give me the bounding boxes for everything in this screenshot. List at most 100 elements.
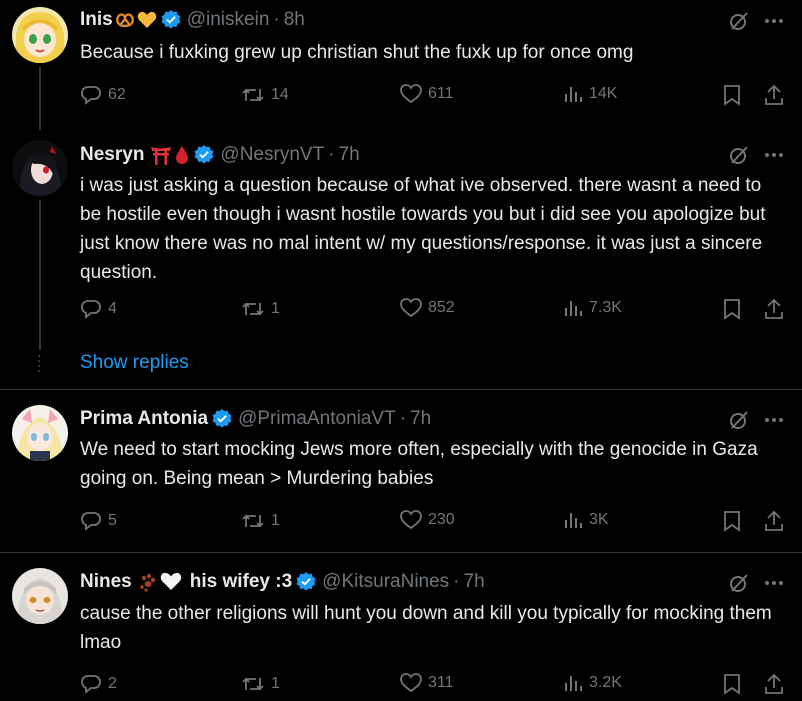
like-button[interactable]: 311 bbox=[400, 673, 454, 693]
white-heart-emoji bbox=[160, 572, 182, 592]
grok-icon[interactable] bbox=[728, 572, 750, 594]
reply-count: 62 bbox=[108, 86, 126, 103]
reply-button[interactable]: 2 bbox=[80, 673, 117, 695]
tweet-top-icons bbox=[728, 144, 784, 166]
torii-gate-emoji bbox=[150, 145, 172, 165]
timestamp[interactable]: 7h bbox=[339, 144, 360, 166]
avatar-prima-antonia[interactable] bbox=[12, 405, 68, 461]
handle[interactable]: @KitsuraNines bbox=[322, 571, 449, 593]
retweet-icon bbox=[241, 298, 265, 320]
like-button[interactable]: 852 bbox=[400, 298, 455, 318]
more-icon[interactable] bbox=[764, 18, 784, 24]
retweet-button[interactable]: 1 bbox=[241, 298, 280, 320]
more-icon[interactable] bbox=[764, 417, 784, 423]
reply-icon bbox=[80, 298, 102, 320]
retweet-button[interactable]: 1 bbox=[241, 510, 280, 532]
verified-icon[interactable] bbox=[194, 145, 214, 165]
tweet-3[interactable]: Prima Antonia @PrimaAntoniaVT · 7h We ne… bbox=[0, 390, 802, 552]
handle[interactable]: @PrimaAntoniaVT bbox=[238, 408, 396, 430]
bookmark-icon bbox=[723, 298, 741, 320]
retweet-button[interactable]: 14 bbox=[241, 84, 289, 106]
views-count: 7.3K bbox=[589, 299, 622, 316]
share-button[interactable] bbox=[764, 673, 784, 695]
reply-button[interactable]: 4 bbox=[80, 298, 117, 320]
reply-button[interactable]: 5 bbox=[80, 510, 117, 532]
tweet-text: cause the other religions will hunt you … bbox=[80, 603, 772, 653]
display-name[interactable]: Inis bbox=[80, 9, 113, 31]
reply-button[interactable]: 62 bbox=[80, 84, 126, 106]
reply-count: 4 bbox=[108, 300, 117, 317]
grok-icon[interactable] bbox=[728, 144, 750, 166]
avatar-nines[interactable] bbox=[12, 568, 68, 624]
bookmark-button[interactable] bbox=[723, 673, 741, 695]
bookmark-button[interactable] bbox=[723, 84, 741, 106]
pretzel-emoji bbox=[115, 11, 135, 29]
views-button[interactable]: 7.3K bbox=[563, 298, 622, 318]
retweet-count: 14 bbox=[271, 86, 289, 103]
separator-dot: · bbox=[328, 144, 335, 165]
retweet-icon bbox=[241, 673, 265, 695]
tweet-actions: 62 14 611 14K bbox=[80, 84, 785, 108]
bookmark-button[interactable] bbox=[723, 298, 741, 320]
views-icon bbox=[563, 298, 583, 318]
tweet-top-icons bbox=[728, 10, 784, 32]
separator-dot: · bbox=[273, 9, 280, 30]
share-icon bbox=[764, 673, 784, 695]
reply-icon bbox=[80, 510, 102, 532]
share-icon bbox=[764, 298, 784, 320]
share-button[interactable] bbox=[764, 510, 784, 532]
verified-icon[interactable] bbox=[212, 409, 232, 429]
display-name[interactable]: Nesryn bbox=[80, 144, 144, 166]
views-button[interactable]: 14K bbox=[563, 84, 617, 104]
share-button[interactable] bbox=[764, 298, 784, 320]
avatar-inis[interactable] bbox=[12, 7, 68, 63]
grok-icon[interactable] bbox=[728, 409, 750, 431]
like-count: 230 bbox=[428, 511, 455, 528]
bookmark-button[interactable] bbox=[723, 510, 741, 532]
display-name[interactable]: Prima Antonia bbox=[80, 408, 208, 430]
like-icon bbox=[400, 298, 422, 318]
tweet-actions: 5 1 230 3K bbox=[80, 510, 785, 534]
grok-icon[interactable] bbox=[728, 10, 750, 32]
reply-count: 5 bbox=[108, 512, 117, 529]
reply-count: 2 bbox=[108, 675, 117, 692]
tweet-text: Because i fuxking grew up christian shut… bbox=[80, 42, 634, 63]
verified-icon[interactable] bbox=[296, 572, 316, 592]
like-button[interactable]: 230 bbox=[400, 510, 455, 530]
like-icon bbox=[400, 510, 422, 530]
like-icon bbox=[400, 673, 422, 693]
bookmark-icon bbox=[723, 510, 741, 532]
tweet-2[interactable]: Nesryn @NesrynVT · 7h i was just asking … bbox=[0, 130, 802, 390]
tweet-header: Nines his wifey :3 @KitsuraNines · 7h bbox=[80, 571, 485, 593]
tweet-1[interactable]: Inis @iniskein · 8h Because i fuxking gr… bbox=[0, 0, 802, 130]
handle[interactable]: @iniskein bbox=[187, 9, 270, 31]
tweet-actions: 4 1 852 7.3K bbox=[80, 298, 785, 322]
bookmark-icon bbox=[723, 84, 741, 106]
tweet-text: We need to start mocking Jews more often… bbox=[80, 439, 758, 489]
tweet-header: Nesryn @NesrynVT · 7h bbox=[80, 144, 360, 166]
timestamp[interactable]: 8h bbox=[284, 9, 305, 31]
more-icon[interactable] bbox=[764, 580, 784, 586]
handle[interactable]: @NesrynVT bbox=[220, 144, 324, 166]
more-icon[interactable] bbox=[764, 152, 784, 158]
views-button[interactable]: 3.2K bbox=[563, 673, 622, 693]
display-name-suffix[interactable]: his wifey :3 bbox=[190, 571, 292, 593]
tweet-4[interactable]: Nines his wifey :3 @KitsuraNines · 7h ca… bbox=[0, 553, 802, 701]
tweet-text: i was just asking a question because of … bbox=[80, 175, 766, 283]
like-count: 852 bbox=[428, 299, 455, 316]
like-button[interactable]: 611 bbox=[400, 84, 454, 104]
like-count: 311 bbox=[428, 674, 454, 691]
display-name[interactable]: Nines bbox=[80, 571, 132, 593]
views-count: 14K bbox=[589, 85, 618, 102]
verified-icon[interactable] bbox=[161, 10, 181, 30]
views-button[interactable]: 3K bbox=[563, 510, 609, 530]
timestamp[interactable]: 7h bbox=[410, 408, 431, 430]
retweet-button[interactable]: 1 bbox=[241, 673, 280, 695]
views-count: 3.2K bbox=[589, 674, 622, 691]
show-replies-link[interactable]: Show replies bbox=[80, 352, 189, 374]
avatar-nesryn[interactable] bbox=[12, 140, 68, 196]
bookmark-icon bbox=[723, 673, 741, 695]
reply-icon bbox=[80, 84, 102, 106]
share-button[interactable] bbox=[764, 84, 784, 106]
timestamp[interactable]: 7h bbox=[464, 571, 485, 593]
